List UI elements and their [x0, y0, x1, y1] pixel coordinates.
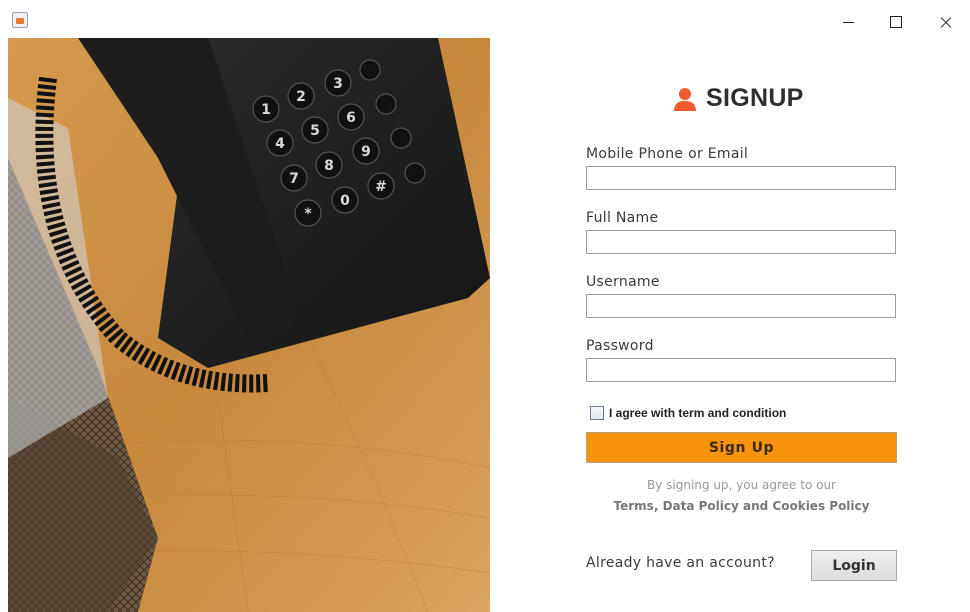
- java-cup-icon: [12, 12, 28, 28]
- title-bar: [0, 0, 970, 38]
- password-label: Password: [586, 338, 654, 354]
- agree-row[interactable]: I agree with term and condition: [590, 406, 786, 420]
- svg-text:*: *: [304, 206, 312, 222]
- full-name-field[interactable]: [586, 230, 896, 254]
- svg-text:5: 5: [310, 123, 320, 139]
- agree-checkbox[interactable]: [590, 406, 604, 420]
- full-name-label: Full Name: [586, 210, 659, 226]
- signup-heading: SIGNUP: [672, 84, 804, 113]
- svg-text:1: 1: [261, 102, 271, 118]
- svg-text:#: #: [375, 179, 387, 195]
- login-button[interactable]: Login: [811, 550, 897, 581]
- username-label: Username: [586, 274, 660, 290]
- mobile-email-field[interactable]: [586, 166, 896, 190]
- svg-text:8: 8: [324, 158, 334, 174]
- minimize-button[interactable]: [830, 8, 866, 36]
- phone-illustration: 1 2 3 4 5 6 7 8 9 * 0 #: [8, 38, 490, 612]
- terms-policy-text: Terms, Data Policy and Cookies Policy: [613, 499, 870, 513]
- svg-text:0: 0: [340, 193, 350, 209]
- desk-phone-photo: 1 2 3 4 5 6 7 8 9 * 0 #: [8, 38, 490, 612]
- svg-text:7: 7: [289, 171, 299, 187]
- svg-text:6: 6: [346, 110, 356, 126]
- password-field[interactable]: [586, 358, 896, 382]
- page-title: SIGNUP: [706, 84, 804, 112]
- signup-button[interactable]: Sign Up: [586, 432, 897, 463]
- svg-text:9: 9: [361, 144, 371, 160]
- maximize-button[interactable]: [878, 8, 914, 36]
- mobile-email-label: Mobile Phone or Email: [586, 146, 749, 162]
- user-icon: [674, 87, 696, 111]
- terms-notice: By signing up, you agree to our: [646, 478, 836, 492]
- agree-label: I agree with term and condition: [609, 406, 787, 420]
- svg-text:3: 3: [333, 76, 343, 92]
- close-button[interactable]: [928, 8, 964, 36]
- already-account-text: Already have an account?: [586, 555, 775, 571]
- svg-text:4: 4: [275, 136, 285, 152]
- username-field[interactable]: [586, 294, 896, 318]
- svg-text:2: 2: [296, 89, 306, 105]
